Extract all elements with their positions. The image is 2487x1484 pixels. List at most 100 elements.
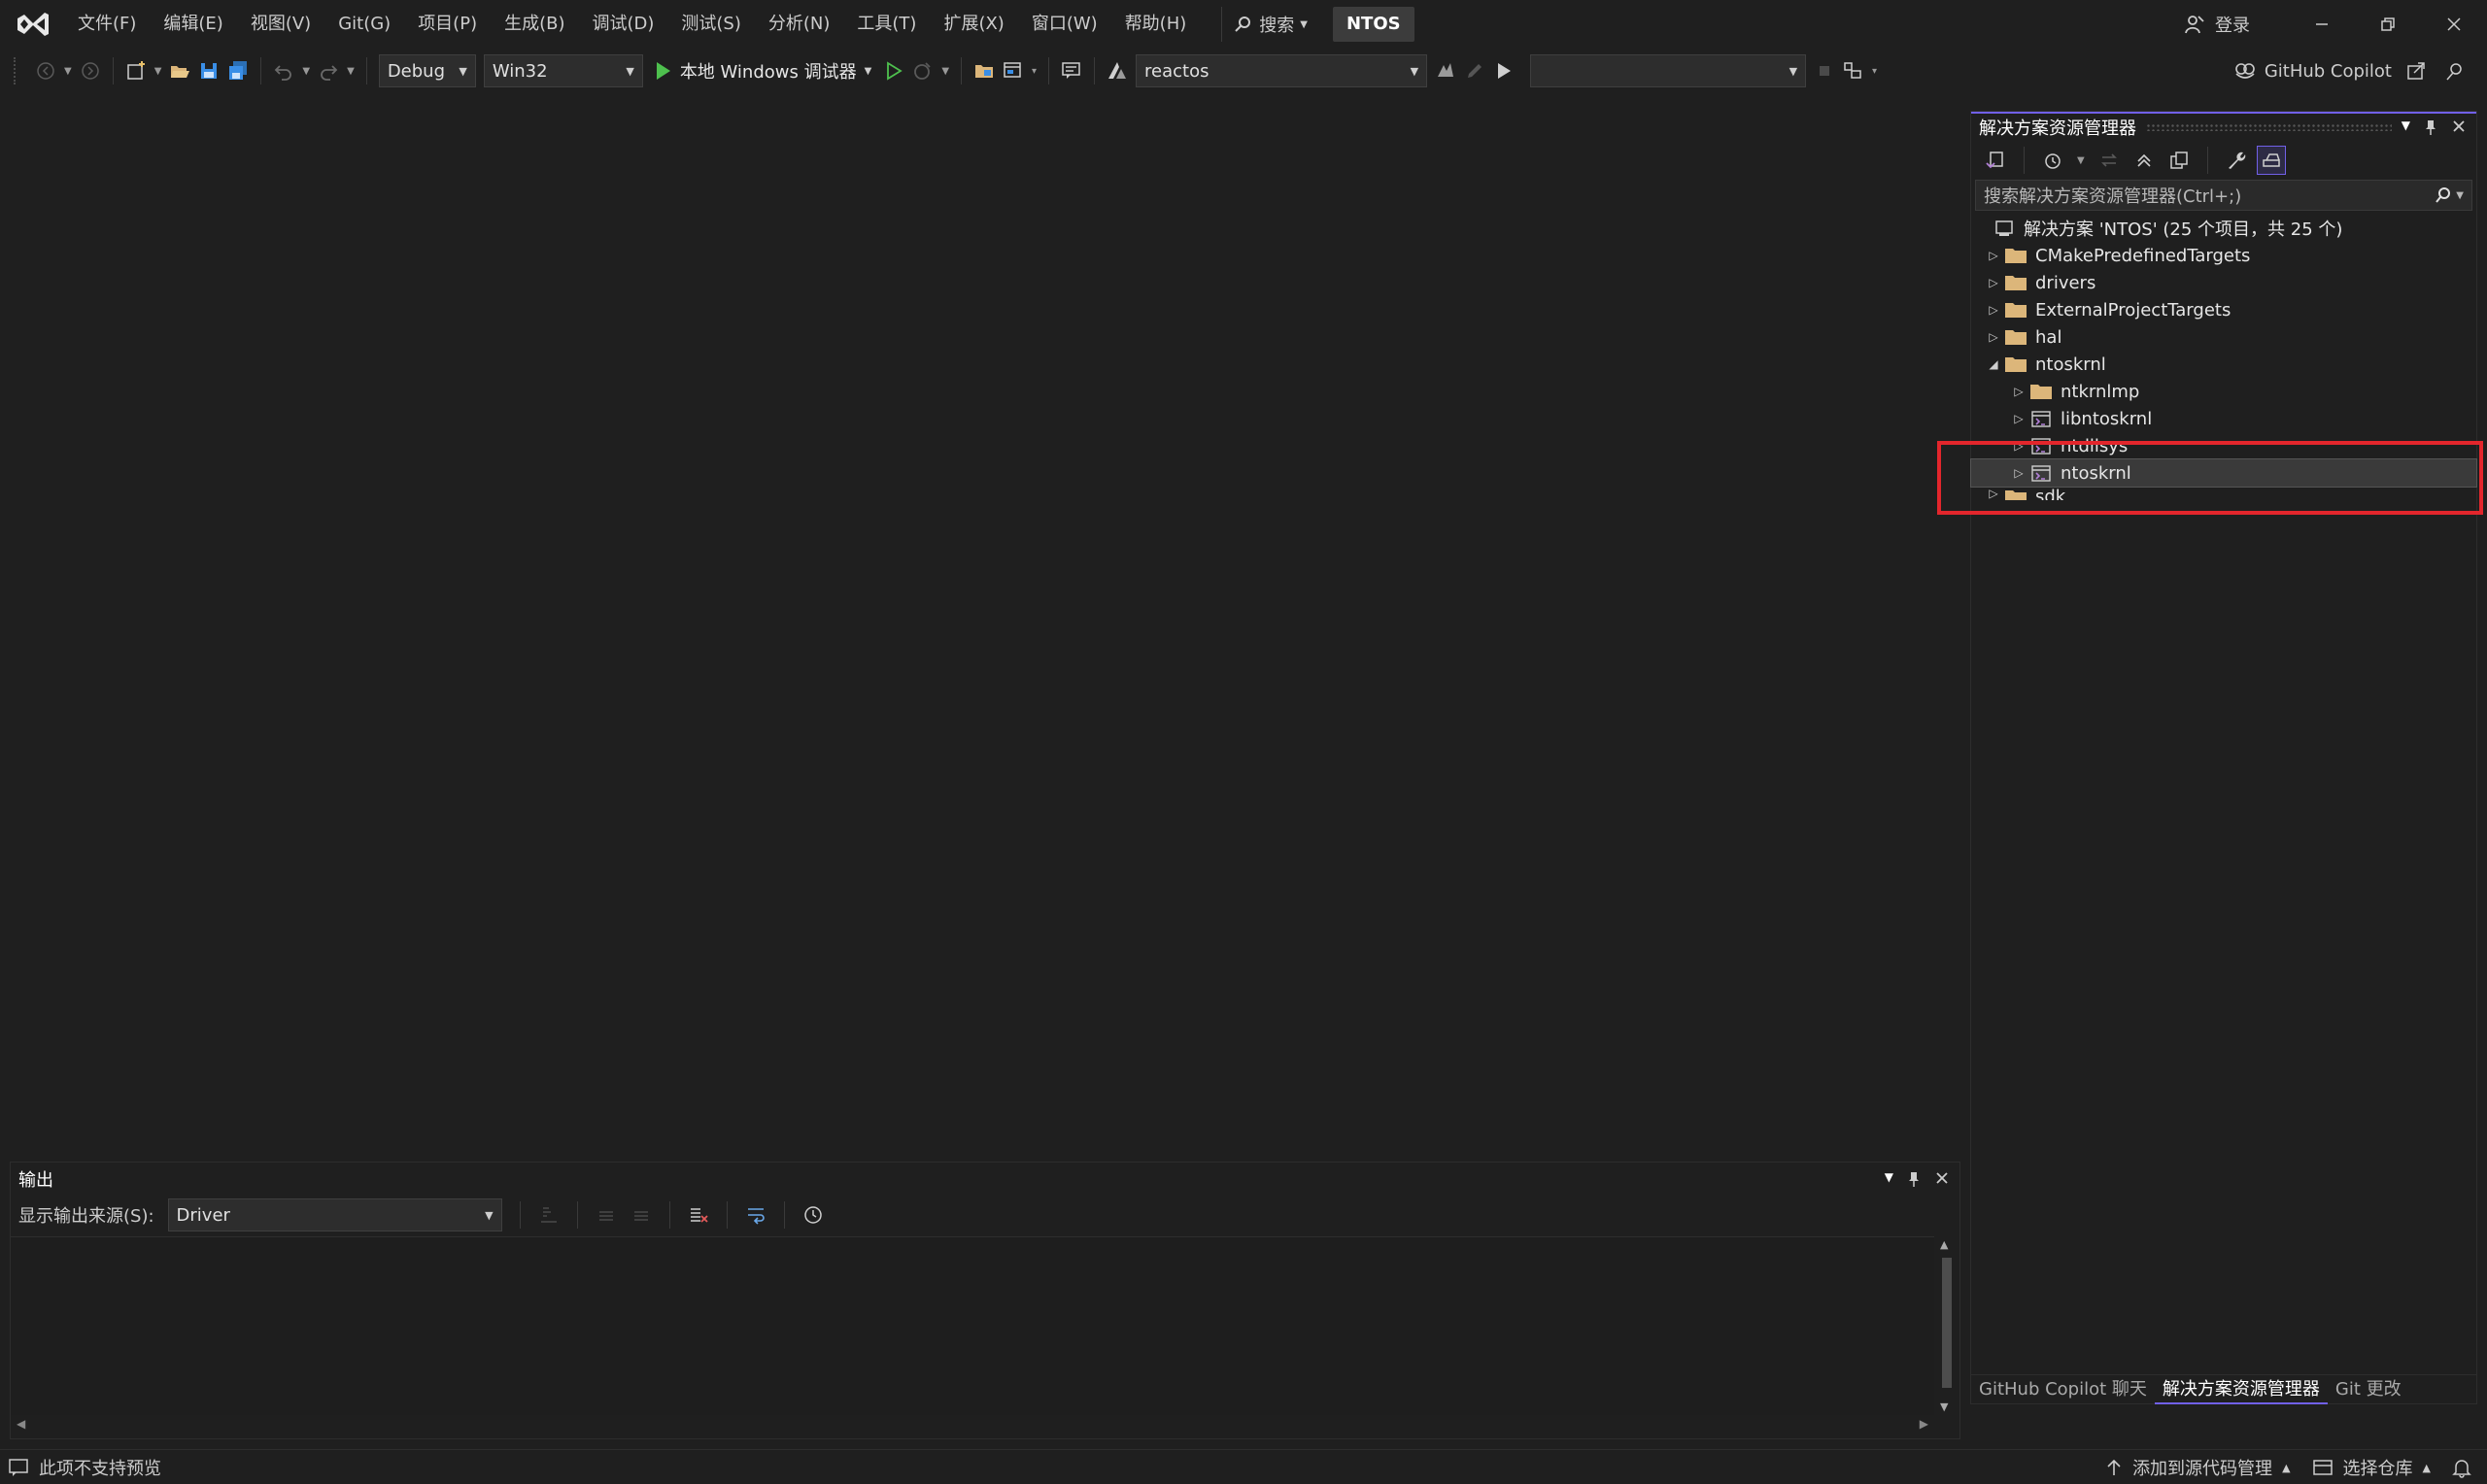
scrollbar-thumb[interactable]	[1942, 1258, 1952, 1388]
target-select[interactable]: ▼	[1530, 54, 1807, 87]
build-button[interactable]	[1431, 56, 1460, 85]
show-timestamps-button[interactable]	[799, 1200, 828, 1230]
collapsed-chevron-icon[interactable]: ▷	[2010, 412, 2027, 425]
scroll-right-arrow-icon[interactable]: ▶	[1920, 1417, 1928, 1431]
tree-folder-node[interactable]: ▷ sdk	[1971, 487, 2476, 500]
menu-item[interactable]: 项目(P)	[404, 5, 491, 44]
chevron-down-icon[interactable]: ▼	[2077, 155, 2085, 166]
login-button[interactable]: 登录	[2184, 12, 2250, 37]
close-icon[interactable]	[2451, 118, 2467, 134]
collapsed-chevron-icon[interactable]: ▷	[2010, 466, 2027, 480]
layout-button[interactable]	[999, 56, 1028, 85]
menu-item[interactable]: 工具(T)	[843, 5, 930, 44]
sync-active-document-button[interactable]	[2095, 146, 2124, 175]
panel-tab[interactable]: 解决方案资源管理器	[2154, 1375, 2328, 1404]
expanded-chevron-icon[interactable]: ◢	[1985, 357, 2002, 371]
find-message-button[interactable]	[534, 1200, 563, 1230]
tree-folder-node[interactable]: ▷ ExternalProjectTargets	[1971, 296, 2476, 323]
tree-folder-node[interactable]: ◢ ntoskrnl	[1971, 351, 2476, 378]
notifications-button[interactable]	[2452, 1457, 2471, 1478]
scroll-down-arrow-icon[interactable]: ▼	[1940, 1400, 1948, 1413]
restore-button[interactable]	[2355, 0, 2421, 49]
navigate-back-button[interactable]	[31, 56, 60, 85]
scroll-left-arrow-icon[interactable]: ◀	[17, 1417, 25, 1431]
next-message-button[interactable]	[627, 1200, 656, 1230]
chevron-down-icon[interactable]: ▼	[865, 66, 872, 77]
panel-menu-button[interactable]: ▼	[2402, 118, 2410, 136]
vertical-scrollbar[interactable]: ▲ ▼	[1932, 1236, 1959, 1415]
pin-icon[interactable]	[1907, 1170, 1921, 1188]
github-copilot-button[interactable]: GitHub Copilot	[2233, 60, 2392, 82]
close-window-button[interactable]	[2421, 0, 2487, 49]
solution-name-badge[interactable]: NTOS	[1332, 7, 1414, 42]
start-debugging-button[interactable]: 本地 Windows 调试器 ▼	[647, 54, 880, 87]
chevron-down-icon[interactable]: ▼	[941, 66, 949, 77]
pending-changes-filter-button[interactable]	[2038, 146, 2067, 175]
scroll-up-arrow-icon[interactable]: ▲	[1940, 1238, 1948, 1251]
show-all-files-button[interactable]	[2164, 146, 2194, 175]
previous-message-button[interactable]	[592, 1200, 621, 1230]
menu-item[interactable]: 编辑(E)	[150, 5, 236, 44]
close-icon[interactable]	[1934, 1170, 1950, 1186]
undo-button[interactable]	[269, 56, 298, 85]
panel-tab[interactable]: Git 更改	[2328, 1375, 2409, 1404]
solution-root-node[interactable]: 解决方案 'NTOS' (25 个项目，共 25 个)	[1971, 215, 2476, 242]
tree-project-node[interactable]: ▷ ntdllsys	[1971, 432, 2476, 459]
preview-selected-items-button[interactable]	[2256, 146, 2286, 175]
start-without-debugging-button[interactable]	[879, 56, 908, 85]
chevron-down-icon[interactable]: ▼	[347, 66, 355, 77]
collapsed-chevron-icon[interactable]: ▷	[1985, 487, 2002, 500]
new-project-button[interactable]	[121, 56, 151, 85]
chevron-down-icon[interactable]: ▾	[1032, 66, 1037, 77]
add-to-source-control-button[interactable]: 添加到源代码管理 ▲	[2105, 1455, 2291, 1480]
hot-reload-button[interactable]	[908, 56, 937, 85]
properties-button[interactable]	[2222, 146, 2251, 175]
run-target-button[interactable]	[1489, 56, 1518, 85]
navigate-forward-button[interactable]	[76, 56, 105, 85]
solution-configuration-select[interactable]: Debug ▼	[378, 54, 476, 87]
menu-item[interactable]: 生成(B)	[491, 5, 578, 44]
panel-grip[interactable]	[2146, 123, 2392, 131]
tree-project-node[interactable]: ▷ ntoskrnl	[1970, 458, 2477, 488]
menu-item[interactable]: 帮助(H)	[1111, 5, 1201, 44]
menu-item[interactable]: 分析(N)	[755, 5, 844, 44]
open-file-button[interactable]	[165, 56, 194, 85]
toolbar-grip[interactable]	[14, 57, 19, 84]
chevron-down-icon[interactable]: ▼	[302, 66, 310, 77]
search-button[interactable]: 搜索 ▼	[1221, 7, 1319, 42]
menu-item[interactable]: 测试(S)	[667, 5, 754, 44]
panel-tab[interactable]: GitHub Copilot 聊天	[1971, 1375, 2155, 1404]
save-button[interactable]	[194, 56, 223, 85]
minimize-button[interactable]	[2289, 0, 2355, 49]
collapsed-chevron-icon[interactable]: ▷	[2010, 439, 2027, 453]
chevron-down-icon[interactable]: ▼	[2456, 190, 2464, 201]
tree-project-node[interactable]: ▷ libntoskrnl	[1971, 405, 2476, 432]
chevron-down-icon[interactable]: ▼	[154, 66, 162, 77]
startup-project-select[interactable]: reactos ▼	[1136, 54, 1428, 87]
stop-button[interactable]	[1810, 56, 1839, 85]
toggle-word-wrap-button[interactable]	[741, 1200, 770, 1230]
collapsed-chevron-icon[interactable]: ▷	[1985, 276, 2002, 289]
menu-item[interactable]: 文件(F)	[64, 5, 150, 44]
menu-item[interactable]: 窗口(W)	[1018, 5, 1111, 44]
tree-folder-node[interactable]: ▷ CMakePredefinedTargets	[1971, 242, 2476, 269]
collapsed-chevron-icon[interactable]: ▷	[1985, 249, 2002, 262]
panel-menu-button[interactable]: ▼	[1885, 1170, 1893, 1188]
edit-button[interactable]	[1460, 56, 1489, 85]
collapsed-chevron-icon[interactable]: ▷	[2010, 385, 2027, 398]
menu-item[interactable]: 扩展(X)	[930, 5, 1017, 44]
redo-button[interactable]	[314, 56, 343, 85]
save-all-button[interactable]	[223, 56, 253, 85]
solution-platform-select[interactable]: Win32 ▼	[483, 54, 643, 87]
feedback-button[interactable]	[2440, 56, 2470, 85]
collapsed-chevron-icon[interactable]: ▷	[1985, 303, 2002, 317]
menu-item[interactable]: 调试(D)	[579, 5, 668, 44]
diagnostics-button[interactable]	[1839, 56, 1868, 85]
browse-folder-button[interactable]	[970, 56, 999, 85]
clear-all-button[interactable]	[684, 1200, 713, 1230]
output-text-area[interactable]	[11, 1236, 1934, 1415]
chevron-down-icon[interactable]: ▼	[64, 66, 72, 77]
output-source-select[interactable]: Driver ▼	[167, 1198, 502, 1231]
comment-button[interactable]	[1057, 56, 1086, 85]
tree-folder-node[interactable]: ▷ drivers	[1971, 269, 2476, 296]
